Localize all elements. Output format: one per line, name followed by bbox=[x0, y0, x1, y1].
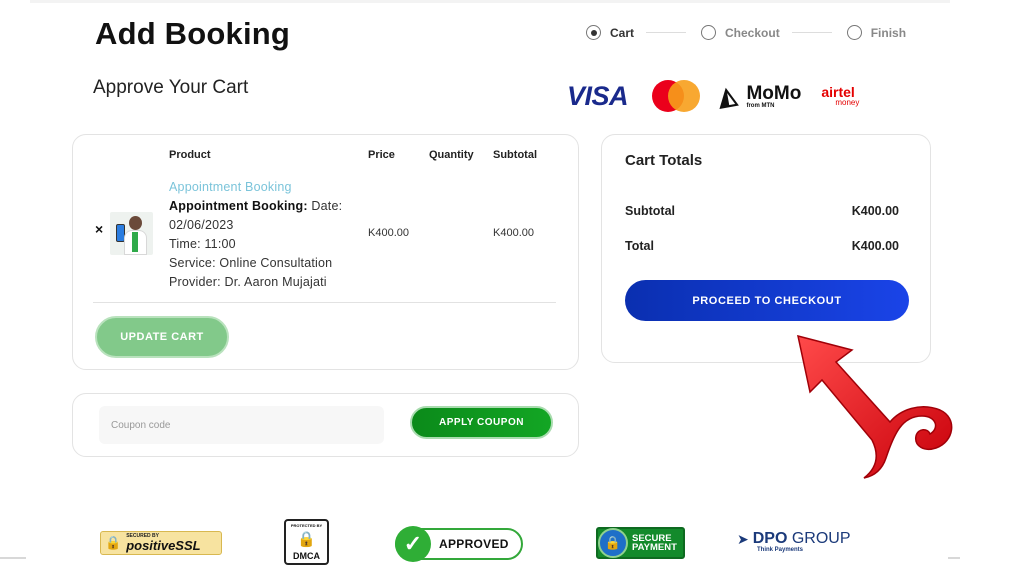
payment-logos: VISA ◭ MoMo from MTN airtel money bbox=[567, 80, 859, 112]
step-label: Cart bbox=[610, 25, 635, 40]
checkmark-icon: ✓ bbox=[395, 526, 431, 562]
step-label: Finish bbox=[870, 25, 907, 40]
column-header-subtotal: Subtotal bbox=[493, 149, 537, 161]
column-header-price: Price bbox=[368, 149, 395, 161]
apply-coupon-button[interactable]: APPLY COUPON bbox=[410, 406, 553, 439]
secure-payment-badge: 🔒 SECURE PAYMENT bbox=[596, 527, 685, 559]
dmca-large-text: DMCA bbox=[293, 551, 320, 561]
update-cart-button[interactable]: UPDATE CART bbox=[95, 316, 229, 358]
payment-text: PAYMENT bbox=[632, 542, 677, 553]
radio-empty-icon bbox=[701, 25, 717, 40]
remove-item-icon[interactable]: × bbox=[95, 221, 103, 237]
ssl-large-text: positiveSSL bbox=[126, 538, 201, 553]
airtel-money-logo: airtel money bbox=[821, 85, 859, 107]
dpo-text: DPO bbox=[752, 530, 788, 547]
booking-date: 02/06/2023 bbox=[169, 218, 234, 232]
date-label: Date: bbox=[311, 199, 343, 213]
checkout-steps: Cart Checkout Finish bbox=[586, 25, 906, 40]
booking-label: Appointment Booking: bbox=[169, 199, 308, 213]
radio-empty-icon bbox=[846, 25, 862, 40]
dpo-tagline: Think Payments bbox=[757, 547, 804, 553]
subtotal-value: K400.00 bbox=[851, 204, 899, 218]
momo-logo: ◭ MoMo from MTN bbox=[715, 81, 802, 111]
padlock-icon: 🔒 bbox=[297, 531, 316, 548]
product-details: Appointment Booking Appointment Booking:… bbox=[169, 178, 342, 292]
page-subtitle: Approve Your Cart bbox=[93, 77, 249, 98]
total-value: K400.00 bbox=[851, 239, 899, 253]
step-cart[interactable]: Cart bbox=[586, 25, 634, 40]
coupon-code-input[interactable] bbox=[99, 406, 384, 444]
cart-totals-card: Cart Totals Subtotal K400.00 Total K400.… bbox=[601, 134, 931, 363]
group-text: GROUP bbox=[791, 530, 851, 547]
dpo-group-logo: ➤ DPO GROUP Think Payments bbox=[737, 530, 851, 554]
momo-mark-icon: ◭ bbox=[715, 81, 739, 111]
momo-text: MoMo bbox=[746, 82, 802, 104]
red-arrow-icon bbox=[797, 334, 953, 479]
airtel-subtext: money bbox=[835, 98, 860, 107]
airtel-text: airtel bbox=[821, 84, 855, 100]
lock-icon: 🔒 bbox=[105, 535, 122, 550]
dmca-badge: PROTECTED BY 🔒 DMCA bbox=[284, 519, 329, 565]
subtotal-label: Subtotal bbox=[625, 204, 675, 218]
item-subtotal: K400.00 bbox=[493, 227, 534, 239]
proceed-to-checkout-button[interactable]: PROCEED TO CHECKOUT bbox=[625, 280, 909, 321]
edge-divider bbox=[0, 557, 26, 559]
approved-text: APPROVED bbox=[439, 537, 509, 551]
column-header-product: Product bbox=[169, 149, 211, 161]
total-label: Total bbox=[625, 239, 654, 253]
mastercard-icon bbox=[652, 80, 700, 112]
booking-service: Service: Online Consultation bbox=[169, 256, 333, 270]
radio-selected-icon bbox=[586, 25, 601, 40]
dpo-mark-icon: ➤ bbox=[737, 531, 749, 547]
momo-subtext: from MTN bbox=[746, 102, 775, 109]
product-link[interactable]: Appointment Booking bbox=[169, 178, 342, 197]
shield-lock-icon: 🔒 bbox=[598, 528, 628, 558]
dmca-small-text: PROTECTED BY bbox=[290, 523, 323, 528]
top-divider bbox=[30, 0, 950, 3]
item-price: K400.00 bbox=[368, 227, 409, 239]
visa-logo: VISA bbox=[567, 80, 629, 111]
step-connector bbox=[791, 32, 832, 33]
step-checkout[interactable]: Checkout bbox=[701, 25, 780, 40]
approved-badge: ✓ APPROVED bbox=[395, 526, 523, 562]
column-header-quantity: Quantity bbox=[429, 149, 474, 161]
product-thumbnail[interactable] bbox=[110, 212, 153, 255]
booking-provider: Provider: Dr. Aaron Mujajati bbox=[169, 275, 327, 289]
cart-totals-title: Cart Totals bbox=[625, 152, 703, 169]
cart-table-card: Product Price Quantity Subtotal × Appoin… bbox=[72, 134, 579, 370]
row-divider bbox=[93, 302, 556, 303]
step-finish[interactable]: Finish bbox=[846, 25, 907, 40]
step-connector bbox=[646, 32, 687, 33]
edge-divider bbox=[948, 557, 960, 559]
coupon-card: APPLY COUPON bbox=[72, 393, 579, 457]
page-title: Add Booking bbox=[95, 16, 291, 51]
booking-time: Time: 11:00 bbox=[169, 237, 236, 251]
positive-ssl-badge: 🔒 SECURED BY positiveSSL bbox=[100, 531, 222, 555]
step-label: Checkout bbox=[725, 25, 780, 40]
